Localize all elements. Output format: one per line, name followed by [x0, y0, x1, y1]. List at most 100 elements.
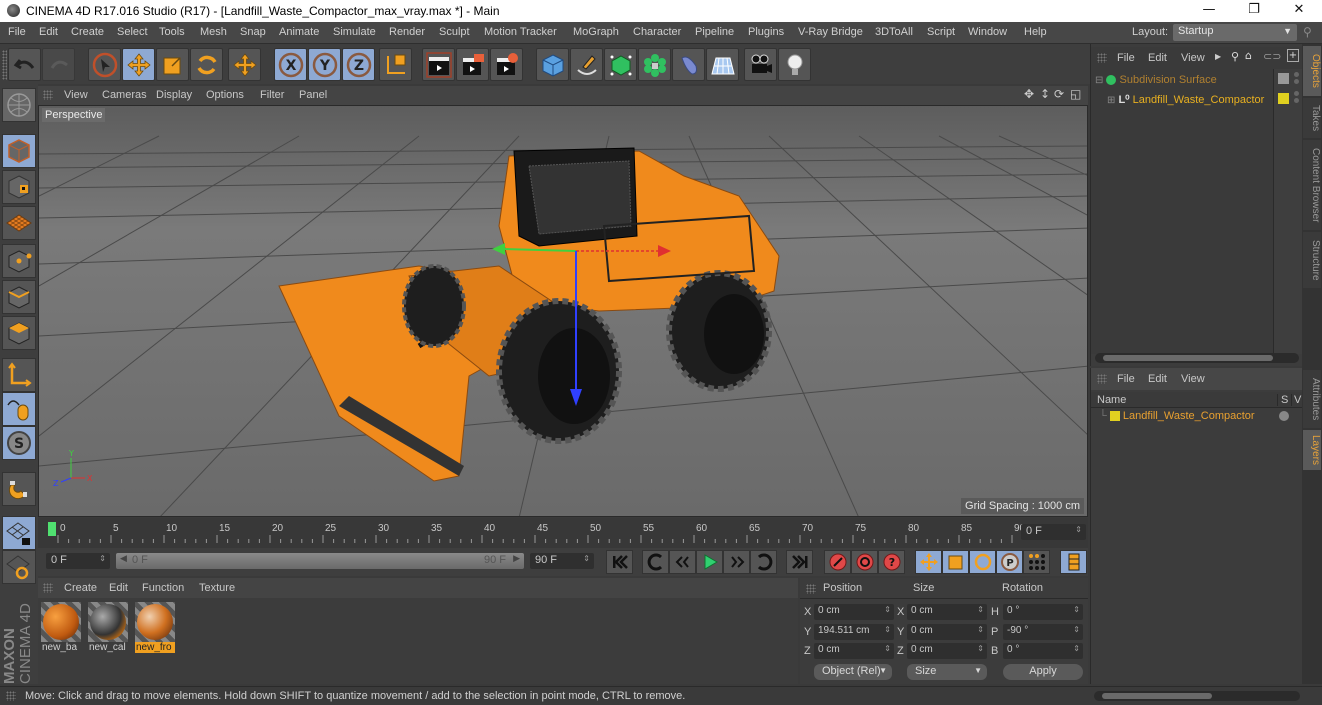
menu-motion-tracker[interactable]: Motion Tracker	[484, 26, 557, 38]
edges-mode-button[interactable]	[2, 280, 36, 314]
apply-button[interactable]: Apply	[1003, 664, 1083, 680]
pan-view-icon[interactable]: ✥	[1024, 87, 1034, 101]
spinner-icon[interactable]: ⇕	[1073, 644, 1080, 653]
workplane-lock-button[interactable]	[2, 516, 36, 550]
cube-primitive-button[interactable]	[536, 48, 569, 81]
floor-button[interactable]	[706, 48, 739, 81]
key-position-button[interactable]	[915, 550, 942, 574]
menu-animate[interactable]: Animate	[279, 26, 319, 38]
tab-content-browser[interactable]: Content Browser	[1303, 140, 1321, 230]
go-to-end-button[interactable]	[786, 550, 813, 574]
autokeying-button[interactable]	[851, 550, 878, 574]
tab-objects[interactable]: Objects	[1303, 46, 1321, 96]
key-parameter-button[interactable]: P	[996, 550, 1023, 574]
spinner-icon[interactable]: ⇕	[99, 554, 106, 563]
search-icon[interactable]: ⚲	[1231, 50, 1239, 63]
timeline-window-button[interactable]	[1060, 550, 1087, 574]
menu-sculpt[interactable]: Sculpt	[439, 26, 470, 38]
layer-menu-edit[interactable]: Edit	[1148, 373, 1167, 385]
end-frame-field[interactable]: 90 F ⇕	[530, 553, 594, 569]
menu-help[interactable]: Help	[1024, 26, 1047, 38]
menu-plugins[interactable]: Plugins	[748, 26, 784, 38]
menu-select[interactable]: Select	[117, 26, 148, 38]
tree-expand-icon[interactable]: ⊟	[1095, 75, 1103, 86]
cloner-button[interactable]	[638, 48, 671, 81]
search-icon[interactable]: ⚲	[1303, 25, 1312, 39]
size-z-field[interactable]: 0 cm ⇕	[907, 643, 987, 659]
tab-attributes[interactable]: Attributes	[1303, 370, 1321, 428]
tree-item-landfill-waste-compactor[interactable]: ⊞ L⁰ Landfill_Waste_Compactor	[1107, 93, 1264, 106]
spinner-icon[interactable]: ⇕	[583, 554, 590, 563]
menu-script[interactable]: Script	[927, 26, 955, 38]
spinner-icon[interactable]: ⇕	[977, 644, 984, 653]
close-button[interactable]: ✕	[1279, 2, 1319, 20]
viewport-grip[interactable]	[43, 90, 53, 100]
record-active-objects-button[interactable]	[824, 550, 851, 574]
undo-button[interactable]	[8, 48, 41, 81]
material-menu-function[interactable]: Function	[142, 582, 184, 594]
live-selection-button[interactable]	[88, 48, 121, 81]
menu-mesh[interactable]: Mesh	[200, 26, 227, 38]
viewport-menu-display[interactable]: Display	[156, 89, 192, 101]
spinner-icon[interactable]: ⇕	[977, 605, 984, 614]
column-name[interactable]: Name	[1097, 394, 1126, 406]
workplane-mode-button[interactable]	[2, 206, 36, 240]
layout-select[interactable]: Startup ▼	[1173, 24, 1297, 41]
size-x-field[interactable]: 0 cm ⇕	[907, 604, 987, 620]
spinner-icon[interactable]: ⇕	[1073, 605, 1080, 614]
x-axis-lock-button[interactable]: X	[274, 48, 307, 81]
key-scale-button[interactable]	[942, 550, 969, 574]
rotation-h-field[interactable]: 0 ° ⇕	[1003, 604, 1083, 620]
previous-key-button[interactable]	[642, 550, 669, 574]
range-right-arrow-icon[interactable]: ▶	[513, 554, 520, 564]
position-y-field[interactable]: 194.511 cm ⇕	[814, 624, 894, 640]
viewport-menu-cameras[interactable]: Cameras	[102, 89, 147, 101]
render-visibility-dot[interactable]	[1294, 98, 1299, 103]
make-editable-button[interactable]	[2, 88, 36, 122]
layer-color-swatch[interactable]	[1278, 93, 1289, 104]
position-x-field[interactable]: 0 cm ⇕	[814, 604, 894, 620]
next-key-button[interactable]	[750, 550, 777, 574]
minimize-button[interactable]: —	[1189, 2, 1229, 20]
status-scrollbar[interactable]	[1094, 691, 1300, 701]
tab-takes[interactable]: Takes	[1303, 98, 1321, 138]
size-mode-dropdown[interactable]: Size ▼	[907, 664, 987, 680]
texture-mode-button[interactable]	[2, 170, 36, 204]
viewport-menu-options[interactable]: Options	[206, 89, 244, 101]
menu-window[interactable]: Window	[968, 26, 1007, 38]
viewport-menu-filter[interactable]: Filter	[260, 89, 284, 101]
redo-button[interactable]	[42, 48, 75, 81]
landfill-compactor-model[interactable]	[278, 147, 780, 482]
position-z-field[interactable]: 0 cm ⇕	[814, 643, 894, 659]
model-mode-button[interactable]	[2, 134, 36, 168]
spinner-icon[interactable]: ⇕	[884, 605, 891, 614]
playhead[interactable]	[48, 522, 56, 536]
object-menu-view[interactable]: View	[1181, 52, 1205, 64]
deformer-button[interactable]	[672, 48, 705, 81]
y-axis-lock-button[interactable]: Y	[308, 48, 341, 81]
coordinate-mode-dropdown[interactable]: Object (Rel) ▼	[814, 664, 892, 680]
tab-structure[interactable]: Structure	[1303, 232, 1321, 288]
rotation-p-field[interactable]: -90 ° ⇕	[1003, 624, 1083, 640]
layer-grip[interactable]	[1097, 374, 1107, 384]
polygons-mode-button[interactable]	[2, 316, 36, 350]
rotate-view-icon[interactable]: ⟳	[1054, 87, 1064, 101]
go-to-start-button[interactable]	[606, 550, 633, 574]
workplane-sync-button[interactable]	[2, 550, 36, 584]
viewport-menu-view[interactable]: View	[64, 89, 88, 101]
object-menu-file[interactable]: File	[1117, 52, 1135, 64]
material-swatch-selected[interactable]: new_fro	[135, 602, 175, 656]
next-frame-button[interactable]	[723, 550, 750, 574]
pen-spline-button[interactable]	[570, 48, 603, 81]
layer-menu-file[interactable]: File	[1117, 373, 1135, 385]
menu-create[interactable]: Create	[71, 26, 104, 38]
solo-mode-button[interactable]: S	[2, 426, 36, 460]
object-horizontal-scrollbar[interactable]	[1095, 353, 1299, 363]
key-point-level-button[interactable]	[1023, 550, 1050, 574]
menu-file[interactable]: File	[8, 26, 26, 38]
tweak-mode-button[interactable]	[2, 392, 36, 426]
render-settings-button[interactable]	[490, 48, 523, 81]
scale-button[interactable]	[156, 48, 189, 81]
material-swatch[interactable]: new_cal	[88, 602, 128, 656]
layer-menu-view[interactable]: View	[1181, 373, 1205, 385]
